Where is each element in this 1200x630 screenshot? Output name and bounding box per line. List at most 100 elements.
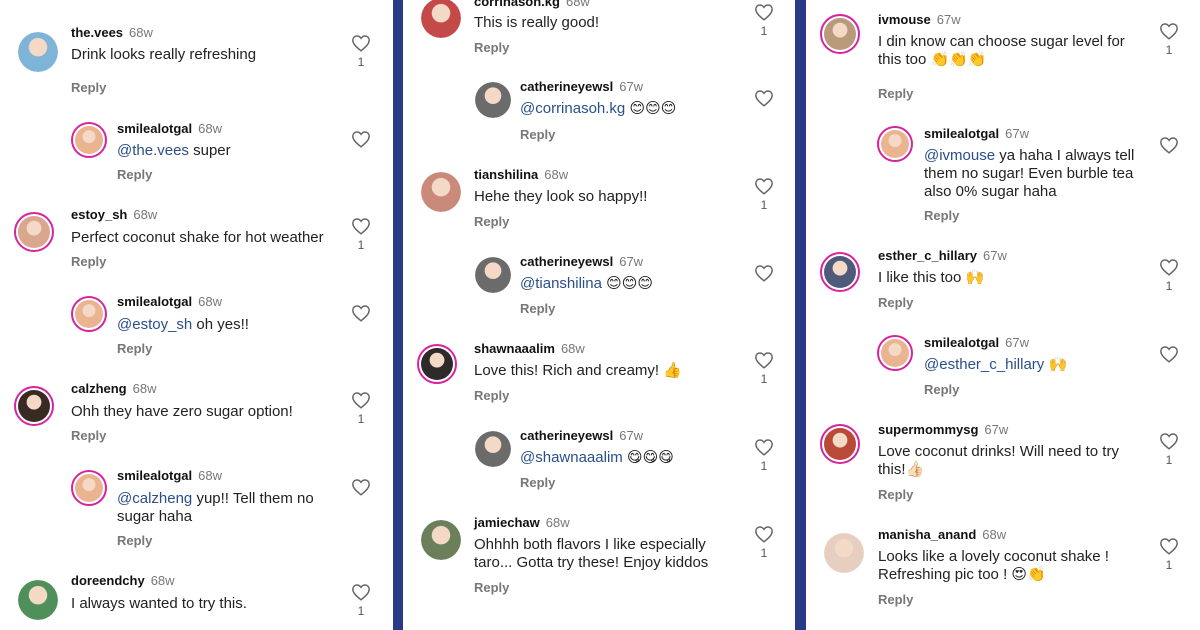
- username[interactable]: manisha_anand: [878, 527, 976, 542]
- username[interactable]: calzheng: [71, 381, 127, 396]
- avatar[interactable]: [14, 386, 54, 426]
- username[interactable]: corrinasoh.kg: [474, 0, 560, 9]
- reply-button[interactable]: Reply: [71, 428, 106, 443]
- avatar[interactable]: [421, 172, 461, 212]
- reply-button[interactable]: Reply: [924, 382, 959, 397]
- comment-header: smilealotgal 68w: [117, 121, 222, 136]
- reply-button[interactable]: Reply: [878, 86, 913, 101]
- avatar[interactable]: [18, 580, 58, 620]
- avatar[interactable]: [475, 257, 511, 293]
- avatar[interactable]: [71, 470, 107, 506]
- reply-button[interactable]: Reply: [520, 301, 555, 316]
- username[interactable]: supermommysg: [878, 422, 978, 437]
- mention-link[interactable]: @esther_c_hillary: [924, 356, 1044, 373]
- like-button[interactable]: 1: [350, 34, 372, 69]
- mention-link[interactable]: @corrinasoh.kg: [520, 100, 625, 117]
- like-button[interactable]: [753, 89, 775, 107]
- username[interactable]: esther_c_hillary: [878, 248, 977, 263]
- reply-button[interactable]: Reply: [117, 167, 152, 182]
- username[interactable]: jamiechaw: [474, 515, 540, 530]
- like-count: 1: [760, 198, 768, 212]
- reply-button[interactable]: Reply: [878, 592, 913, 607]
- avatar[interactable]: [14, 212, 54, 252]
- reply-button[interactable]: Reply: [474, 214, 509, 229]
- avatar[interactable]: [820, 14, 860, 54]
- avatar[interactable]: [475, 431, 511, 467]
- avatar[interactable]: [71, 122, 107, 158]
- username[interactable]: smilealotgal: [924, 335, 999, 350]
- username[interactable]: smilealotgal: [117, 468, 192, 483]
- avatar[interactable]: [877, 335, 913, 371]
- reply-button[interactable]: Reply: [117, 341, 152, 356]
- reply-button[interactable]: Reply: [924, 208, 959, 223]
- avatar[interactable]: [71, 296, 107, 332]
- comment-header: smilealotgal 67w: [924, 126, 1029, 141]
- like-button[interactable]: 1: [753, 438, 775, 473]
- like-button[interactable]: 1: [1158, 258, 1180, 293]
- avatar-image: [881, 339, 909, 367]
- reply-button[interactable]: Reply: [474, 580, 509, 595]
- reply-button[interactable]: Reply: [520, 127, 555, 142]
- username[interactable]: shawnaaalim: [474, 341, 555, 356]
- username[interactable]: the.vees: [71, 25, 123, 40]
- like-button[interactable]: 1: [350, 217, 372, 252]
- heart-icon: [1160, 538, 1178, 555]
- like-button[interactable]: 1: [350, 391, 372, 426]
- avatar[interactable]: [824, 533, 864, 573]
- reply-button[interactable]: Reply: [520, 475, 555, 490]
- reply-button[interactable]: Reply: [878, 487, 913, 502]
- like-button[interactable]: 1: [753, 525, 775, 560]
- like-button[interactable]: [350, 130, 372, 148]
- comment-header: tianshilina 68w: [474, 167, 568, 182]
- username[interactable]: catherineyewsl: [520, 428, 613, 443]
- username[interactable]: tianshilina: [474, 167, 538, 182]
- username[interactable]: doreendchy: [71, 573, 145, 588]
- username[interactable]: smilealotgal: [117, 294, 192, 309]
- avatar[interactable]: [18, 32, 58, 72]
- avatar[interactable]: [877, 126, 913, 162]
- mention-link[interactable]: @ivmouse: [924, 147, 995, 164]
- mention-link[interactable]: @shawnaaalim: [520, 449, 623, 466]
- avatar[interactable]: [421, 520, 461, 560]
- like-button[interactable]: 1: [350, 583, 372, 618]
- like-button[interactable]: 1: [753, 351, 775, 386]
- avatar[interactable]: [475, 82, 511, 118]
- mention-link[interactable]: @tianshilina: [520, 275, 602, 292]
- heart-icon: [1160, 137, 1178, 154]
- reply-button[interactable]: Reply: [878, 295, 913, 310]
- avatar-image: [18, 216, 50, 248]
- like-button[interactable]: 1: [753, 177, 775, 212]
- like-button[interactable]: [753, 264, 775, 282]
- like-button[interactable]: 1: [753, 3, 775, 38]
- comment-header: shawnaaalim 68w: [474, 341, 585, 356]
- reply-button[interactable]: Reply: [474, 388, 509, 403]
- timestamp: 68w: [129, 25, 153, 40]
- comment-text: Perfect coconut shake for hot weather: [71, 229, 324, 247]
- avatar[interactable]: [417, 344, 457, 384]
- username[interactable]: smilealotgal: [924, 126, 999, 141]
- avatar-image: [475, 431, 511, 467]
- mention-link[interactable]: @estoy_sh: [117, 316, 192, 333]
- comment-text: Love coconut drinks! Will need to try th…: [878, 443, 1119, 479]
- like-button[interactable]: 1: [1158, 22, 1180, 57]
- username[interactable]: catherineyewsl: [520, 79, 613, 94]
- mention-link[interactable]: @calzheng: [117, 490, 192, 507]
- reply-button[interactable]: Reply: [474, 40, 509, 55]
- mention-link[interactable]: @the.vees: [117, 142, 189, 159]
- reply-button[interactable]: Reply: [71, 254, 106, 269]
- avatar[interactable]: [820, 424, 860, 464]
- like-button[interactable]: [1158, 345, 1180, 363]
- avatar[interactable]: [820, 252, 860, 292]
- reply-button[interactable]: Reply: [71, 80, 106, 95]
- like-button[interactable]: [350, 304, 372, 322]
- avatar[interactable]: [421, 0, 461, 38]
- username[interactable]: estoy_sh: [71, 207, 127, 222]
- like-button[interactable]: 1: [1158, 432, 1180, 467]
- reply-button[interactable]: Reply: [117, 533, 152, 548]
- username[interactable]: ivmouse: [878, 12, 931, 27]
- username[interactable]: catherineyewsl: [520, 254, 613, 269]
- like-button[interactable]: [350, 478, 372, 496]
- like-button[interactable]: [1158, 136, 1180, 154]
- username[interactable]: smilealotgal: [117, 121, 192, 136]
- like-button[interactable]: 1: [1158, 537, 1180, 572]
